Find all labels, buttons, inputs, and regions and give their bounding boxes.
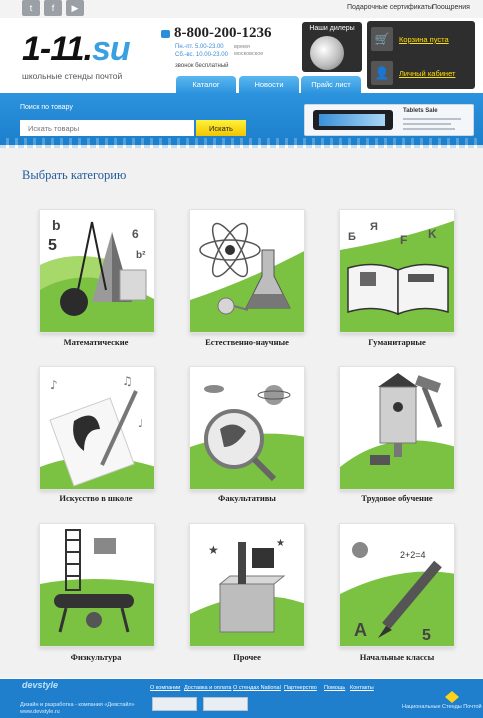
category-tile-labor[interactable] (339, 366, 455, 490)
category-label-math[interactable]: Математические (16, 337, 176, 347)
tab-price-list[interactable]: Прайс лист (301, 76, 361, 94)
footer-design-credit: Дизайн и разработка - компания «Девстайл… (20, 702, 135, 716)
svg-text:2+2=4: 2+2=4 (400, 550, 426, 560)
cabinet-row[interactable]: 👤 Личный кабинет (371, 59, 471, 87)
footer-link-contacts[interactable]: Контакты (350, 685, 374, 691)
footer-banner-2[interactable] (203, 697, 248, 711)
svg-text:★: ★ (276, 538, 285, 549)
search-input[interactable] (20, 120, 194, 136)
category-label-labor[interactable]: Трудовое обучение (317, 493, 477, 503)
category-tile-humanities[interactable]: Б Я F K (339, 209, 455, 333)
svg-text:F: F (400, 233, 407, 247)
category-tile-primary[interactable]: 2+2=4 A 5 (339, 523, 455, 647)
user-icon: 👤 (371, 61, 393, 85)
footer-link-about[interactable]: О компании (150, 685, 180, 691)
magnifier-icon (190, 385, 304, 489)
dealers-button[interactable]: Наши дилеры (302, 22, 362, 72)
category-tile-science[interactable] (189, 209, 305, 333)
category-tile-pe[interactable] (39, 523, 155, 647)
tab-news[interactable]: Новости (239, 76, 299, 94)
svg-text:K: K (428, 227, 437, 241)
category-tile-other[interactable]: ★ ★ (189, 523, 305, 647)
search-button[interactable]: Искать (196, 120, 246, 136)
category-label-art[interactable]: Искусство в школе (16, 493, 176, 503)
search-label: Поиск по товару (20, 104, 73, 111)
twitter-icon[interactable]: t (22, 0, 40, 16)
category-tile-art[interactable]: ♪ ♫ ♩ (39, 366, 155, 490)
cabinet-link[interactable]: Личный кабинет (399, 69, 455, 78)
tablet-image (313, 110, 393, 130)
hours-weekend: Сб.-вс. 10.00-23.00 (175, 52, 228, 58)
promo-banner[interactable]: Tablets Sale (304, 104, 474, 136)
svg-text:Я: Я (370, 221, 378, 233)
phone-icon (161, 30, 170, 38)
art-icon: ♪ ♫ ♩ (40, 374, 154, 489)
category-label-humanities[interactable]: Гуманитарные (317, 337, 477, 347)
globe-icon (310, 36, 344, 70)
svg-text:★: ★ (208, 543, 219, 557)
cart-link[interactable]: Корзина пуста (399, 35, 449, 44)
geometry-icon: 5 b 6 b² (40, 217, 154, 332)
footer-logo[interactable]: devstyle (22, 680, 58, 690)
hours-weekday: Пн.-пт. 5.00-23.00 (175, 44, 224, 50)
tools-icon (340, 373, 454, 489)
footer-banner-1[interactable] (152, 697, 197, 711)
cart-row[interactable]: 🛒 Корзина пуста (371, 25, 471, 53)
svg-text:Б: Б (348, 231, 356, 243)
svg-text:A: A (354, 620, 367, 640)
svg-text:b: b (52, 217, 61, 233)
logo-tagline: школьные стенды почтой (22, 71, 123, 81)
dealers-label: Наши дилеры (309, 25, 355, 32)
promo-title: Tablets Sale (403, 108, 438, 114)
category-label-primary[interactable]: Начальные классы (317, 652, 477, 662)
user-panel: 🛒 Корзина пуста 👤 Личный кабинет (367, 21, 475, 89)
category-label-electives[interactable]: Факультативы (167, 493, 327, 503)
gift-certificates-link[interactable]: Подарочные сертификаты (347, 4, 433, 11)
phone-number: 8-800-200-1236 (174, 25, 272, 41)
category-tile-electives[interactable] (189, 366, 305, 490)
page-title: Выбрать категорию (22, 168, 127, 182)
design-credit-text: Дизайн и разработка - компания «Девстайл… (20, 702, 135, 708)
hours-note: время московское (234, 44, 264, 57)
svg-text:♫: ♫ (122, 374, 133, 388)
gym-icon (40, 529, 154, 646)
science-icon (190, 222, 304, 332)
band-wave (0, 138, 483, 148)
tab-catalog[interactable]: Каталог (176, 76, 236, 94)
footer-brand: Национальные Стенды Почтой (402, 704, 482, 710)
brand-mark-icon (445, 690, 459, 703)
footer-link-delivery[interactable]: Доставка и оплата (184, 685, 231, 691)
svg-text:♩: ♩ (138, 417, 143, 430)
book-icon: Б Я F K (340, 220, 454, 332)
svg-text:b²: b² (136, 250, 146, 261)
footer-link-stands[interactable]: О стендах National (233, 685, 281, 691)
svg-text:5: 5 (422, 627, 431, 644)
site-logo[interactable]: 1-11.su (22, 30, 131, 69)
category-tile-math[interactable]: 5 b 6 b² (39, 209, 155, 333)
footer-link-help[interactable]: Помощь (324, 685, 345, 691)
design-credit-site[interactable]: www.devstyle.ru (20, 709, 60, 715)
svg-text:6: 6 (132, 227, 139, 241)
box-icon: ★ ★ (190, 538, 304, 646)
free-call-note: звонок бесплатный (175, 63, 229, 69)
svg-text:5: 5 (48, 237, 57, 254)
svg-text:♪: ♪ (50, 378, 58, 392)
pencil-icon: 2+2=4 A 5 (340, 542, 454, 646)
category-label-pe[interactable]: Физкультура (16, 652, 176, 662)
facebook-icon[interactable]: f (44, 0, 62, 16)
rewards-link[interactable]: Поощрения (432, 4, 470, 11)
category-label-science[interactable]: Естественно-научные (167, 337, 327, 347)
footer-link-partnership[interactable]: Партнерство (284, 685, 317, 691)
category-label-other[interactable]: Прочее (167, 652, 327, 662)
youtube-icon[interactable]: ▶ (66, 0, 84, 16)
cart-icon: 🛒 (371, 27, 393, 51)
